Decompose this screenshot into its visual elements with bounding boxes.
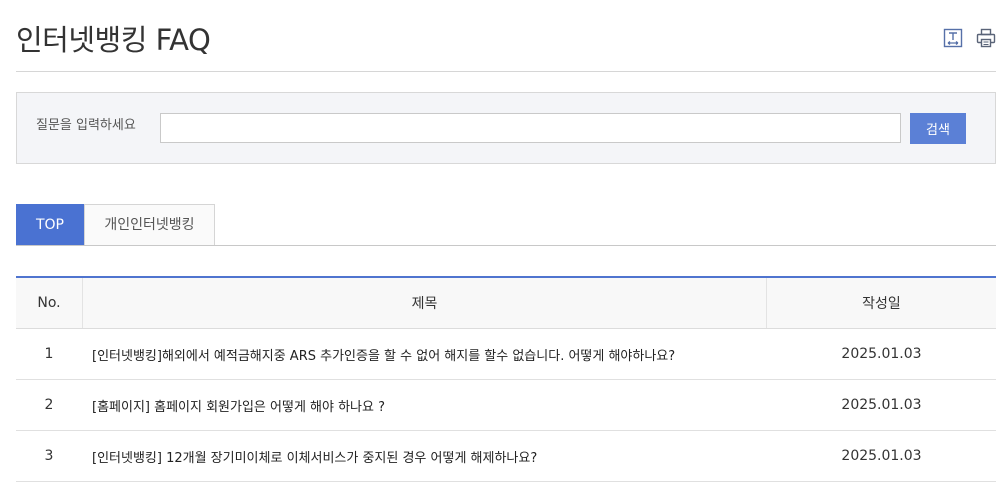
row-number: 3 [44,448,54,464]
row-date: 2025.01.03 [841,397,922,413]
row-date: 2025.01.03 [841,448,922,464]
row-date: 2025.01.03 [841,346,922,362]
printer-icon-graphic [976,28,996,48]
text-size-icon[interactable] [943,28,963,48]
table-row: 1 [인터넷뱅킹]해외에서 예적금해지중 ARS 추가인증을 할 수 없어 해지… [16,329,996,380]
column-header-no: No. [37,295,61,311]
printer-icon[interactable] [976,28,996,48]
search-panel: 질문을 입력하세요 검색 [16,92,996,164]
search-label: 질문을 입력하세요 [36,118,136,133]
column-header-title: 제목 [82,278,767,328]
category-tabs: TOP 개인인터넷뱅킹 [16,204,996,246]
faq-title-link[interactable]: [인터넷뱅킹]해외에서 예적금해지중 ARS 추가인증을 할 수 없어 해지를 … [82,329,767,379]
tab-personal-internet-banking[interactable]: 개인인터넷뱅킹 [84,204,215,245]
tab-top[interactable]: TOP [16,204,84,245]
search-button[interactable]: 검색 [910,113,966,144]
table-row: 2 [홈페이지] 홈페이지 회원가입은 어떻게 해야 하나요 ? 2025.01… [16,380,996,431]
faq-table: No. 제목 작성일 1 [인터넷뱅킹]해외에서 예적금해지중 ARS 추가인증… [16,276,996,482]
table-row: 3 [인터넷뱅킹] 12개월 장기미이체로 이체서비스가 중지된 경우 어떻게 … [16,431,996,482]
row-number: 1 [44,346,54,362]
search-input[interactable] [160,113,901,143]
text-size-icon-graphic [943,28,963,48]
faq-title-link[interactable]: [홈페이지] 홈페이지 회원가입은 어떻게 해야 하나요 ? [82,380,767,430]
table-header-row: No. 제목 작성일 [16,278,996,329]
faq-title-link[interactable]: [인터넷뱅킹] 12개월 장기미이체로 이체서비스가 중지된 경우 어떻게 해제… [82,431,767,481]
column-header-date: 작성일 [862,296,901,312]
page-title: 인터넷뱅킹 FAQ [16,23,211,57]
title-divider [16,71,996,72]
row-number: 2 [44,397,54,413]
